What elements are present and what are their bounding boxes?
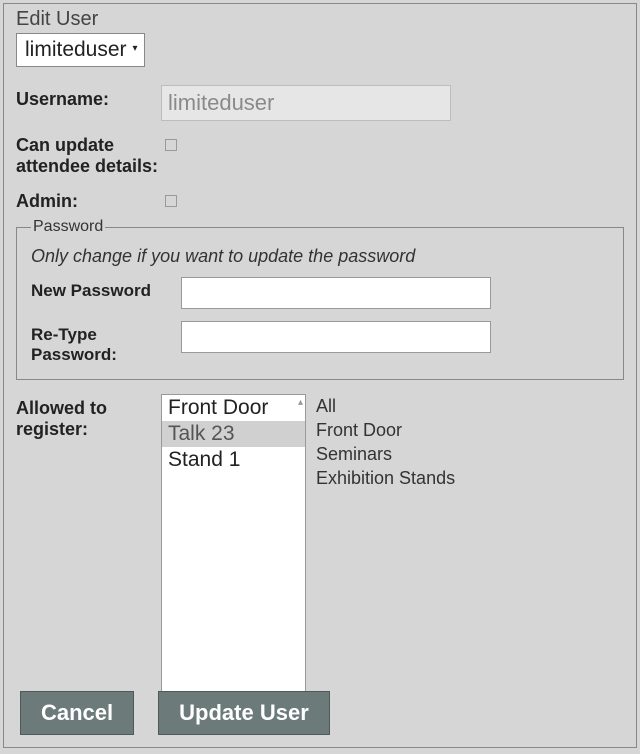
panel-title: Edit User bbox=[16, 8, 624, 31]
password-fieldset: Password Only change if you want to upda… bbox=[16, 218, 624, 380]
password-hint: Only change if you want to update the pa… bbox=[31, 246, 609, 267]
edit-user-panel: Edit User limiteduser ▾ Username: Can up… bbox=[3, 3, 637, 748]
allowed-listbox[interactable]: ▴ Front Door Talk 23 Stand 1 ▾ bbox=[161, 394, 306, 714]
username-input[interactable] bbox=[161, 85, 451, 121]
username-row: Username: bbox=[16, 85, 624, 121]
user-select-dropdown[interactable]: limiteduser ▾ bbox=[16, 33, 145, 67]
user-select-value: limiteduser bbox=[25, 38, 127, 62]
new-password-input[interactable] bbox=[181, 277, 491, 309]
list-item[interactable]: Talk 23 bbox=[162, 421, 305, 447]
can-update-row: Can update attendee details: bbox=[16, 131, 624, 177]
scroll-up-icon[interactable]: ▴ bbox=[298, 397, 303, 408]
new-password-row: New Password bbox=[31, 277, 609, 309]
allowed-row: Allowed to register: ▴ Front Door Talk 2… bbox=[16, 394, 624, 714]
available-item: All bbox=[316, 394, 455, 418]
can-update-label: Can update attendee details: bbox=[16, 131, 161, 177]
button-bar: Cancel Update User bbox=[20, 691, 330, 735]
password-legend: Password bbox=[31, 218, 105, 236]
allowed-label: Allowed to register: bbox=[16, 394, 161, 440]
admin-row: Admin: bbox=[16, 187, 624, 212]
retype-password-row: Re-Type Password: bbox=[31, 321, 609, 365]
available-item: Front Door bbox=[316, 418, 455, 442]
list-item[interactable]: Front Door bbox=[162, 395, 305, 421]
available-item: Exhibition Stands bbox=[316, 466, 455, 490]
retype-password-label: Re-Type Password: bbox=[31, 321, 181, 365]
username-label: Username: bbox=[16, 85, 161, 110]
can-update-checkbox[interactable] bbox=[165, 139, 177, 151]
list-item[interactable]: Stand 1 bbox=[162, 447, 305, 473]
admin-checkbox[interactable] bbox=[165, 195, 177, 207]
available-list: All Front Door Seminars Exhibition Stand… bbox=[316, 394, 455, 490]
retype-password-input[interactable] bbox=[181, 321, 491, 353]
update-user-button[interactable]: Update User bbox=[158, 691, 330, 735]
new-password-label: New Password bbox=[31, 277, 181, 301]
available-item: Seminars bbox=[316, 442, 455, 466]
admin-label: Admin: bbox=[16, 187, 161, 212]
cancel-button[interactable]: Cancel bbox=[20, 691, 134, 735]
chevron-down-icon: ▾ bbox=[133, 43, 138, 54]
